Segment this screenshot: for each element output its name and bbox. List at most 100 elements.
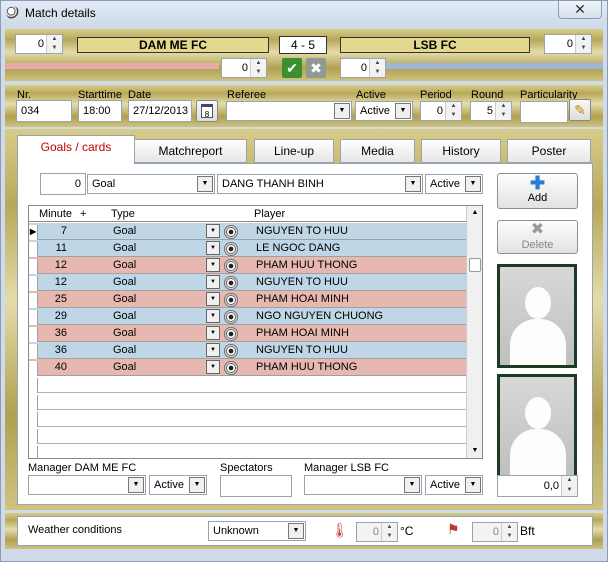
empty-row[interactable] [29,444,466,458]
manager-away-status-select[interactable]: Active ▼ [425,475,483,495]
chevron-down-icon[interactable]: ▼ [128,477,144,493]
spin-up-icon[interactable]: ▲ [576,35,591,44]
chevron-down-icon[interactable]: ▼ [206,241,220,255]
chevron-down-icon[interactable]: ▼ [206,360,220,374]
table-row[interactable]: 12 Goal ▼ PHAM HUU THONG [29,257,466,275]
scroll-down-icon[interactable]: ▼ [467,444,482,458]
empty-row[interactable] [29,427,466,445]
weather-select[interactable]: Unknown ▼ [208,521,306,541]
spin-down-icon[interactable]: ▼ [47,44,62,53]
window-title: Match details [25,6,96,20]
spin-down-icon[interactable]: ▼ [496,111,511,120]
round-spinner[interactable]: 5 ▲ ▼ [470,101,512,121]
starttime-field[interactable]: 18:00 [78,100,122,122]
chevron-down-icon[interactable]: ▼ [189,477,205,493]
nr-field[interactable]: 034 [16,100,72,122]
delete-button[interactable]: ✖ Delete [497,220,578,254]
spin-down-icon[interactable]: ▼ [502,532,517,541]
player-status-select[interactable]: Active ▼ [425,174,483,194]
chevron-down-icon[interactable]: ▼ [404,477,420,493]
tab-media[interactable]: Media [340,139,415,163]
scroll-up-icon[interactable]: ▲ [467,206,482,220]
period-spinner[interactable]: 0 ▲ ▼ [420,101,462,121]
table-row[interactable]: 12 Goal ▼ NGUYEN TO HUU [29,274,466,292]
spin-up-icon[interactable]: ▲ [370,59,385,68]
confirm-check-icon[interactable]: ✔ [282,58,302,78]
away-team-name: LSB FC [340,37,530,53]
spin-down-icon[interactable]: ▼ [382,532,397,541]
tab-goals-cards[interactable]: Goals / cards [17,135,135,164]
spectators-field[interactable] [220,475,292,497]
tab-history[interactable]: History [421,139,501,163]
row-indicator [29,412,38,428]
spin-down-icon[interactable]: ▼ [576,44,591,53]
chevron-down-icon[interactable]: ▼ [288,523,304,539]
edit-pencil-icon[interactable]: ✎ [569,99,591,121]
empty-row[interactable] [29,410,466,428]
referee-select[interactable]: ▼ [226,101,352,121]
spin-up-icon[interactable]: ▲ [562,476,577,486]
home-team-name: DAM ME FC [77,37,269,53]
chevron-down-icon[interactable]: ▼ [206,258,220,272]
table-row[interactable]: 36 Goal ▼ NGUYEN TO HUU [29,342,466,360]
chevron-down-icon[interactable]: ▼ [465,176,481,192]
row-minute: 25 [54,293,67,305]
table-row[interactable]: 11 Goal ▼ LE NGOC DANG [29,240,466,258]
table-row[interactable]: ▶ 7 Goal ▼ NGUYEN TO HUU [29,223,466,241]
table-row[interactable]: 40 Goal ▼ PHAM HUU THONG [29,359,466,377]
table-row[interactable]: 29 Goal ▼ NGO NGUYEN CHUONG [29,308,466,326]
tab-matchreport[interactable]: Matchreport [134,139,247,163]
chevron-down-icon[interactable]: ▼ [206,292,220,306]
spin-up-icon[interactable]: ▲ [502,523,517,532]
delete-x-icon: ✖ [530,221,545,238]
cancel-x-icon[interactable]: ✖ [306,58,326,78]
event-type-select[interactable]: Goal ▼ [87,174,215,194]
empty-row[interactable] [29,376,466,394]
tab-line-up[interactable]: Line-up [254,139,334,163]
tab-poster[interactable]: Poster [507,139,591,163]
chevron-down-icon[interactable]: ▼ [197,176,213,192]
home-score-spinner[interactable]: 0 ▲ ▼ [15,34,63,54]
close-button[interactable]: ✕ [558,1,602,19]
chevron-down-icon[interactable]: ▼ [206,224,220,238]
manager-home-status-select[interactable]: Active ▼ [149,475,207,495]
away-sub-score-spinner[interactable]: 0 ▲ ▼ [340,58,386,78]
title-bar: Match details ✕ [1,1,607,25]
manager-away-select[interactable]: ▼ [304,475,422,495]
spin-up-icon[interactable]: ▲ [496,102,511,111]
wind-spinner[interactable]: 0 ▲ ▼ [472,522,518,542]
chevron-down-icon[interactable]: ▼ [395,103,411,119]
chevron-down-icon[interactable]: ▼ [206,326,220,340]
chevron-down-icon[interactable]: ▼ [206,309,220,323]
player-select[interactable]: DANG THANH BINH ▼ [217,174,423,194]
spin-up-icon[interactable]: ▲ [47,35,62,44]
date-field[interactable]: 27/12/2013 [128,100,192,122]
chevron-down-icon[interactable]: ▼ [206,275,220,289]
spin-down-icon[interactable]: ▼ [562,486,577,496]
table-row[interactable]: 25 Goal ▼ PHAM HOAI MINH [29,291,466,309]
table-row[interactable]: 36 Goal ▼ PHAM HOAI MINH [29,325,466,343]
spin-up-icon[interactable]: ▲ [382,523,397,532]
manager-home-select[interactable]: ▼ [28,475,146,495]
spin-up-icon[interactable]: ▲ [446,102,461,111]
minute-field[interactable]: 0 [40,173,86,195]
rating-spinner[interactable]: 0,0 ▲ ▼ [497,475,578,497]
calendar-button[interactable]: 8 [196,100,218,122]
particularity-field[interactable] [520,101,568,123]
away-score-spinner[interactable]: 0 ▲ ▼ [544,34,592,54]
temperature-spinner[interactable]: 0 ▲ ▼ [356,522,398,542]
spin-up-icon[interactable]: ▲ [251,59,266,68]
chevron-down-icon[interactable]: ▼ [206,343,220,357]
chevron-down-icon[interactable]: ▼ [465,477,481,493]
spin-down-icon[interactable]: ▼ [370,68,385,77]
home-sub-score-spinner[interactable]: 0 ▲ ▼ [221,58,267,78]
spin-down-icon[interactable]: ▼ [446,111,461,120]
scroll-thumb[interactable] [469,258,481,272]
active-select[interactable]: Active ▼ [355,101,413,121]
spin-down-icon[interactable]: ▼ [251,68,266,77]
add-button[interactable]: ✚ Add [497,173,578,209]
chevron-down-icon[interactable]: ▼ [334,103,350,119]
grid-scrollbar[interactable]: ▲ ▼ [466,206,482,458]
chevron-down-icon[interactable]: ▼ [405,176,421,192]
empty-row[interactable] [29,393,466,411]
